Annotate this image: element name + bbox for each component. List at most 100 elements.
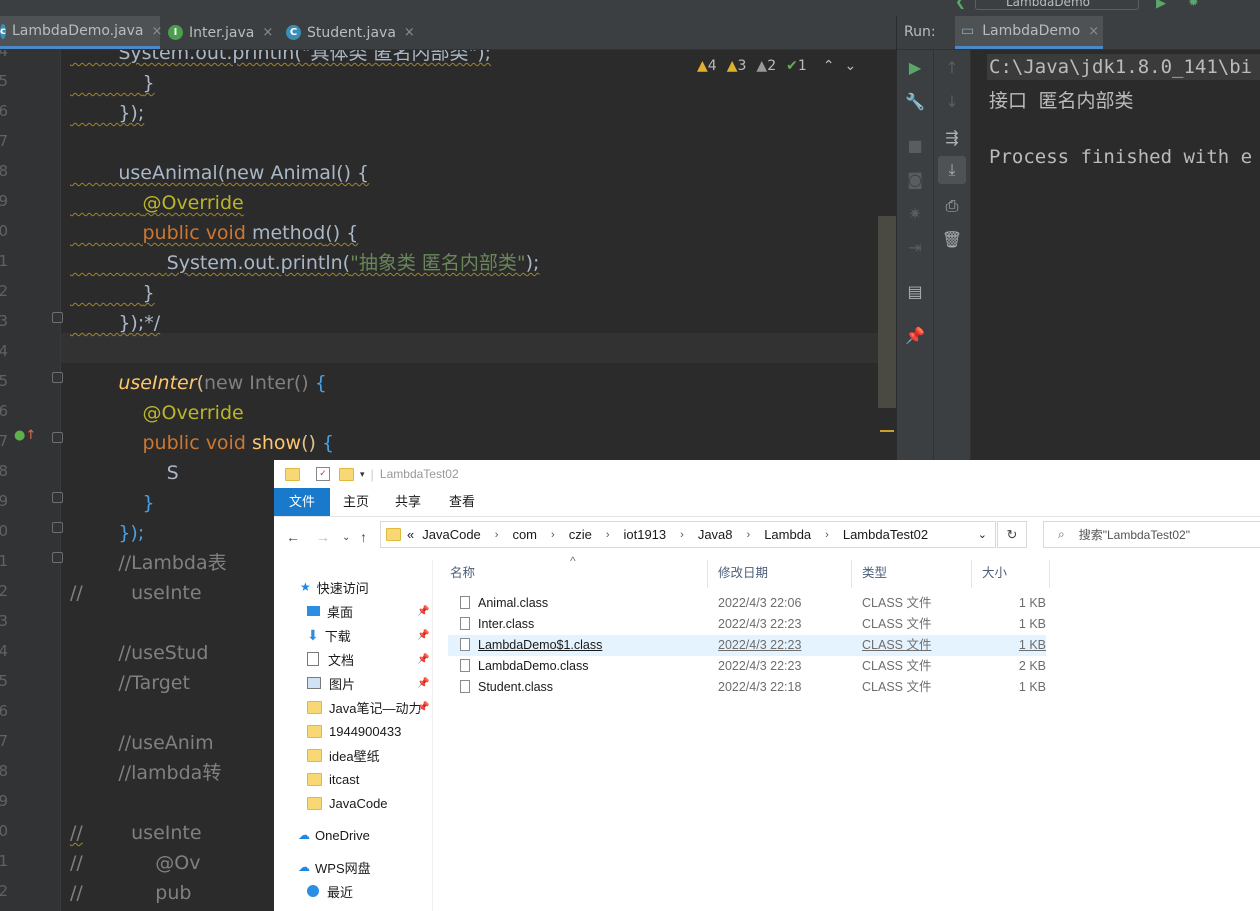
up-arrow-icon[interactable]: ↑	[360, 529, 367, 545]
tab-file[interactable]: 文件	[274, 488, 330, 516]
breadcrumb-item[interactable]: Java8	[698, 527, 733, 542]
nav-downloads[interactable]: ⬇ 下载	[307, 624, 351, 646]
implement-gutter-icon[interactable]: ●↑	[14, 428, 36, 443]
file-row[interactable]: Inter.class 2022/4/3 22:23 CLASS 文件 1 KB	[448, 614, 1046, 635]
tab-view[interactable]: 查看	[442, 488, 482, 516]
wrench-icon[interactable]: 🔧	[897, 92, 933, 111]
nav-folder-1944900433[interactable]: 1944900433	[307, 720, 401, 742]
code-line: //useAnim	[118, 732, 214, 754]
recent-dropdown-icon[interactable]: ⌄	[342, 532, 350, 543]
breadcrumb-item[interactable]: LambdaTest02	[843, 527, 928, 542]
properties-icon[interactable]: ✓	[316, 467, 330, 481]
chevron-right-icon[interactable]: ›	[747, 529, 751, 541]
pin-icon[interactable]: 📌	[417, 606, 429, 617]
rerun-icon[interactable]: ▶	[897, 58, 933, 77]
pin-icon[interactable]: 📌	[417, 702, 429, 713]
chevron-right-icon[interactable]: ›	[680, 529, 684, 541]
chevron-right-icon[interactable]: ›	[495, 529, 499, 541]
address-bar[interactable]: « JavaCode › com › czie › iot1913 › Java…	[380, 521, 996, 548]
pin-icon[interactable]: 📌	[417, 630, 429, 641]
fold-marker[interactable]	[52, 492, 63, 503]
navigation-pane: ★ 快速访问 桌面 ⬇ 下载 文档 图片 Java笔记—动力 194490043…	[274, 560, 433, 911]
exit-icon[interactable]: ⇥	[897, 238, 933, 257]
print-icon[interactable]: ⎙	[934, 196, 970, 216]
breadcrumb-item[interactable]: czie	[569, 527, 592, 542]
breadcrumb-overflow[interactable]: «	[407, 527, 414, 542]
trash-icon[interactable]: 🗑	[934, 230, 970, 249]
forward-arrow-icon[interactable]: →	[316, 529, 330, 545]
fold-marker[interactable]	[52, 432, 63, 443]
breadcrumb-item[interactable]: com	[512, 527, 537, 542]
close-icon[interactable]: ×	[1088, 24, 1099, 39]
stop-icon[interactable]: ■	[897, 136, 933, 155]
back-arrow-icon[interactable]: ←	[286, 529, 300, 545]
file-row[interactable]: LambdaDemo.class 2022/4/3 22:23 CLASS 文件…	[448, 656, 1046, 677]
breadcrumb-item[interactable]: iot1913	[623, 527, 666, 542]
nav-recent[interactable]: 最近	[307, 880, 353, 902]
code-line: // useInte	[70, 822, 202, 844]
chevron-right-icon[interactable]: ›	[606, 529, 610, 541]
nav-quick-access[interactable]: ★ 快速访问	[300, 576, 369, 598]
fold-marker[interactable]	[52, 312, 63, 323]
breadcrumb-item[interactable]: JavaCode	[422, 527, 481, 542]
column-header-type[interactable]: 类型	[852, 560, 972, 588]
nav-folder-java-notes[interactable]: Java笔记—动力	[307, 696, 421, 718]
tab-student[interactable]: C Student.java ×	[286, 16, 416, 49]
search-box[interactable]: ⌕ 搜索"LambdaTest02"	[1043, 521, 1260, 548]
down-arrow-icon[interactable]: ↓	[934, 92, 970, 111]
nav-label: itcast	[329, 771, 360, 787]
nav-desktop[interactable]: 桌面	[307, 600, 353, 622]
fold-marker[interactable]	[52, 372, 63, 383]
nav-folder-javacode[interactable]: JavaCode	[307, 792, 388, 814]
tab-share[interactable]: 共享	[388, 488, 428, 516]
settings-icon[interactable]: ✷	[897, 204, 933, 223]
tab-label: Inter.java	[189, 24, 255, 41]
scrollbar-thumb[interactable]	[878, 216, 896, 408]
chevron-right-icon[interactable]: ›	[551, 529, 555, 541]
layout-icon[interactable]: ▤	[897, 282, 933, 301]
nav-documents[interactable]: 文档	[307, 648, 354, 670]
column-header-size[interactable]: 大小	[972, 560, 1050, 588]
fold-marker[interactable]	[52, 522, 63, 533]
new-folder-icon[interactable]	[339, 467, 354, 481]
nav-folder-itcast[interactable]: itcast	[307, 768, 359, 790]
back-icon[interactable]: ❮	[955, 0, 966, 10]
camera-icon[interactable]: ◙	[897, 170, 933, 189]
chevron-down-icon[interactable]: ⌄	[845, 58, 857, 74]
inspection-widget[interactable]: ▲4 ▲3 ▲2 ✔1 ⌃ ⌄	[697, 58, 856, 74]
tab-run-lambdademo[interactable]: ▭ LambdaDemo ×	[955, 16, 1103, 49]
column-header-name[interactable]: 名称	[440, 560, 708, 588]
run-icon[interactable]: ▶	[1156, 0, 1166, 11]
line-number: 8	[0, 762, 8, 780]
nav-pictures[interactable]: 图片	[307, 672, 355, 694]
chevron-right-icon[interactable]: ›	[825, 529, 829, 541]
breadcrumb-item[interactable]: Lambda	[764, 527, 811, 542]
address-dropdown-icon[interactable]: ⌄	[978, 528, 987, 541]
tab-lambdademo[interactable]: c LambdaDemo.java ×	[0, 16, 162, 49]
run-config-selector[interactable]: LambdaDemo	[975, 0, 1139, 10]
nav-onedrive[interactable]: ☁ OneDrive	[298, 824, 370, 846]
nav-wps-drive[interactable]: ☁ WPS网盘	[298, 856, 371, 878]
file-row-selected[interactable]: LambdaDemo$1.class 2022/4/3 22:23 CLASS …	[448, 635, 1046, 656]
chevron-up-icon[interactable]: ⌃	[823, 58, 835, 74]
close-icon[interactable]: ×	[151, 24, 162, 39]
close-icon[interactable]: ×	[262, 25, 273, 40]
soft-wrap-icon[interactable]: ⇶	[934, 128, 970, 147]
fold-marker[interactable]	[52, 552, 63, 563]
tab-home[interactable]: 主页	[336, 488, 376, 516]
close-icon[interactable]: ×	[404, 25, 415, 40]
pin-icon[interactable]: 📌	[417, 654, 429, 665]
pin-icon[interactable]: 📌	[417, 678, 429, 689]
column-header-date[interactable]: 修改日期	[708, 560, 852, 588]
up-arrow-icon[interactable]: ↑	[934, 58, 970, 77]
run-console[interactable]: C:\Java\jdk1.8.0_141\bi 接口 匿名内部类 Process…	[971, 50, 1260, 460]
quick-access-dropdown-icon[interactable]: ▾	[360, 469, 365, 480]
file-row[interactable]: Student.class 2022/4/3 22:18 CLASS 文件 1 …	[448, 677, 1046, 698]
line-number: 2	[0, 282, 8, 300]
file-row[interactable]: Animal.class 2022/4/3 22:06 CLASS 文件 1 K…	[448, 593, 1046, 614]
nav-folder-idea-wallpaper[interactable]: idea壁纸	[307, 744, 380, 766]
debug-icon[interactable]: ✹	[1188, 0, 1199, 10]
tab-inter[interactable]: I Inter.java ×	[168, 16, 278, 49]
pin-icon[interactable]: 📌	[897, 326, 933, 345]
refresh-button[interactable]: ↻	[997, 521, 1027, 548]
